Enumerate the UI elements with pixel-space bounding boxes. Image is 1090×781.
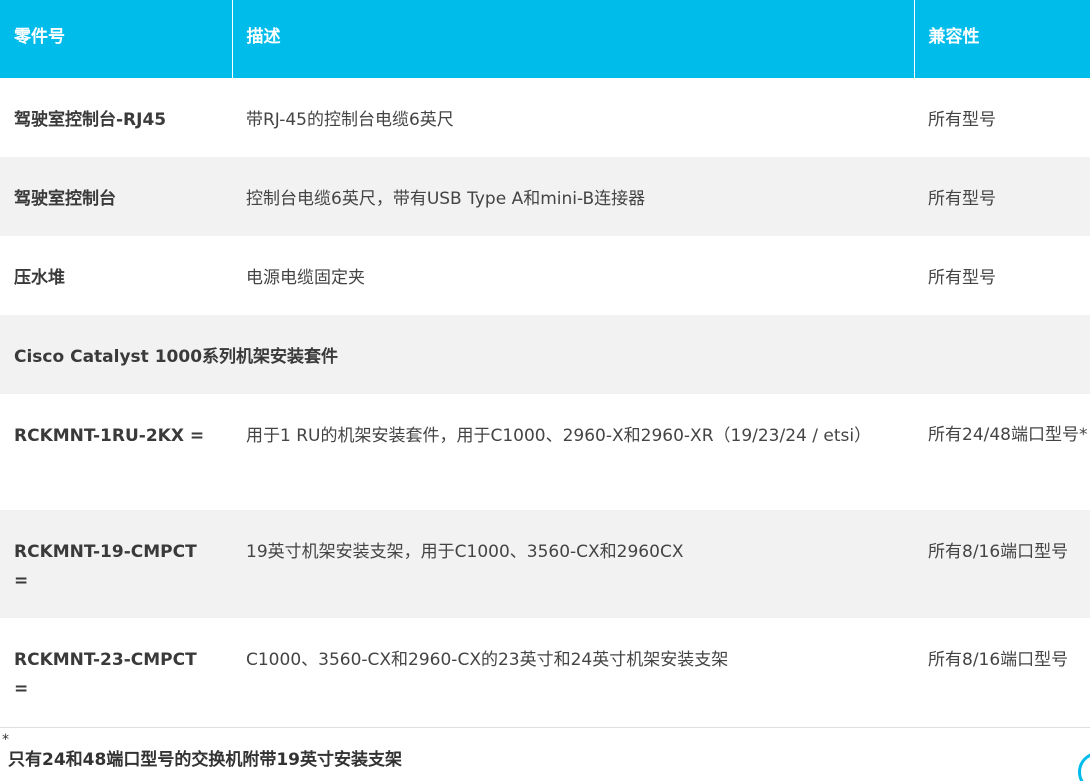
accessories-table: 零件号 描述 兼容性 驾驶室控制台-RJ45 带RJ-45的控制台电缆6英尺 所… [0, 0, 1090, 727]
compatibility-cell: 所有8/16端口型号 [914, 618, 1090, 727]
description-cell: 电源电缆固定夹 [232, 236, 914, 315]
description-cell: 用于1 RU的机架安装套件，用于C1000、2960-X和2960-XR（19/… [232, 394, 914, 510]
description-cell: C1000、3560-CX和2960-CX的23英寸和24英寸机架安装支架 [232, 618, 914, 727]
table-row: RCKMNT-1RU-2KX = 用于1 RU的机架安装套件，用于C1000、2… [0, 394, 1090, 510]
accessories-page: 零件号 描述 兼容性 驾驶室控制台-RJ45 带RJ-45的控制台电缆6英尺 所… [0, 0, 1090, 781]
section-title: Cisco Catalyst 1000系列机架安装套件 [0, 315, 1090, 394]
part-number-cell: 压水堆 [0, 236, 232, 315]
footnote: * 只有24和48端口型号的交换机附带19英寸安装支架 [0, 727, 1090, 772]
table-row: 压水堆 电源电缆固定夹 所有型号 [0, 236, 1090, 315]
description-cell: 19英寸机架安装支架，用于C1000、3560-CX和2960CX [232, 510, 914, 618]
part-number-cell: 驾驶室控制台 [0, 157, 232, 236]
description-cell: 带RJ-45的控制台电缆6英尺 [232, 78, 914, 157]
part-number-cell: RCKMNT-19-CMPCT = [0, 510, 232, 618]
part-number-cell: RCKMNT-1RU-2KX = [0, 394, 232, 510]
footnote-text: 只有24和48端口型号的交换机附带19英寸安装支架 [8, 750, 402, 770]
table-header-row: 零件号 描述 兼容性 [0, 0, 1090, 78]
table-row: 驾驶室控制台-RJ45 带RJ-45的控制台电缆6英尺 所有型号 [0, 78, 1090, 157]
header-compatibility: 兼容性 [914, 0, 1090, 78]
section-row: Cisco Catalyst 1000系列机架安装套件 [0, 315, 1090, 394]
compatibility-cell: 所有型号 [914, 78, 1090, 157]
header-part-number: 零件号 [0, 0, 233, 78]
header-description: 描述 [232, 0, 915, 78]
compatibility-cell: 所有型号 [914, 157, 1090, 236]
compatibility-cell: 所有型号 [914, 236, 1090, 315]
part-number-cell: 驾驶室控制台-RJ45 [0, 78, 232, 157]
table-row: 驾驶室控制台 控制台电缆6英尺，带有USB Type A和mini-B连接器 所… [0, 157, 1090, 236]
description-cell: 控制台电缆6英尺，带有USB Type A和mini-B连接器 [232, 157, 914, 236]
table-row: RCKMNT-23-CMPCT = C1000、3560-CX和2960-CX的… [0, 618, 1090, 727]
compatibility-cell: 所有24/48端口型号* [914, 394, 1090, 510]
table-row: RCKMNT-19-CMPCT = 19英寸机架安装支架，用于C1000、356… [0, 510, 1090, 618]
compatibility-cell: 所有8/16端口型号 [914, 510, 1090, 618]
part-number-cell: RCKMNT-23-CMPCT = [0, 618, 232, 727]
footnote-marker: * [2, 732, 9, 748]
